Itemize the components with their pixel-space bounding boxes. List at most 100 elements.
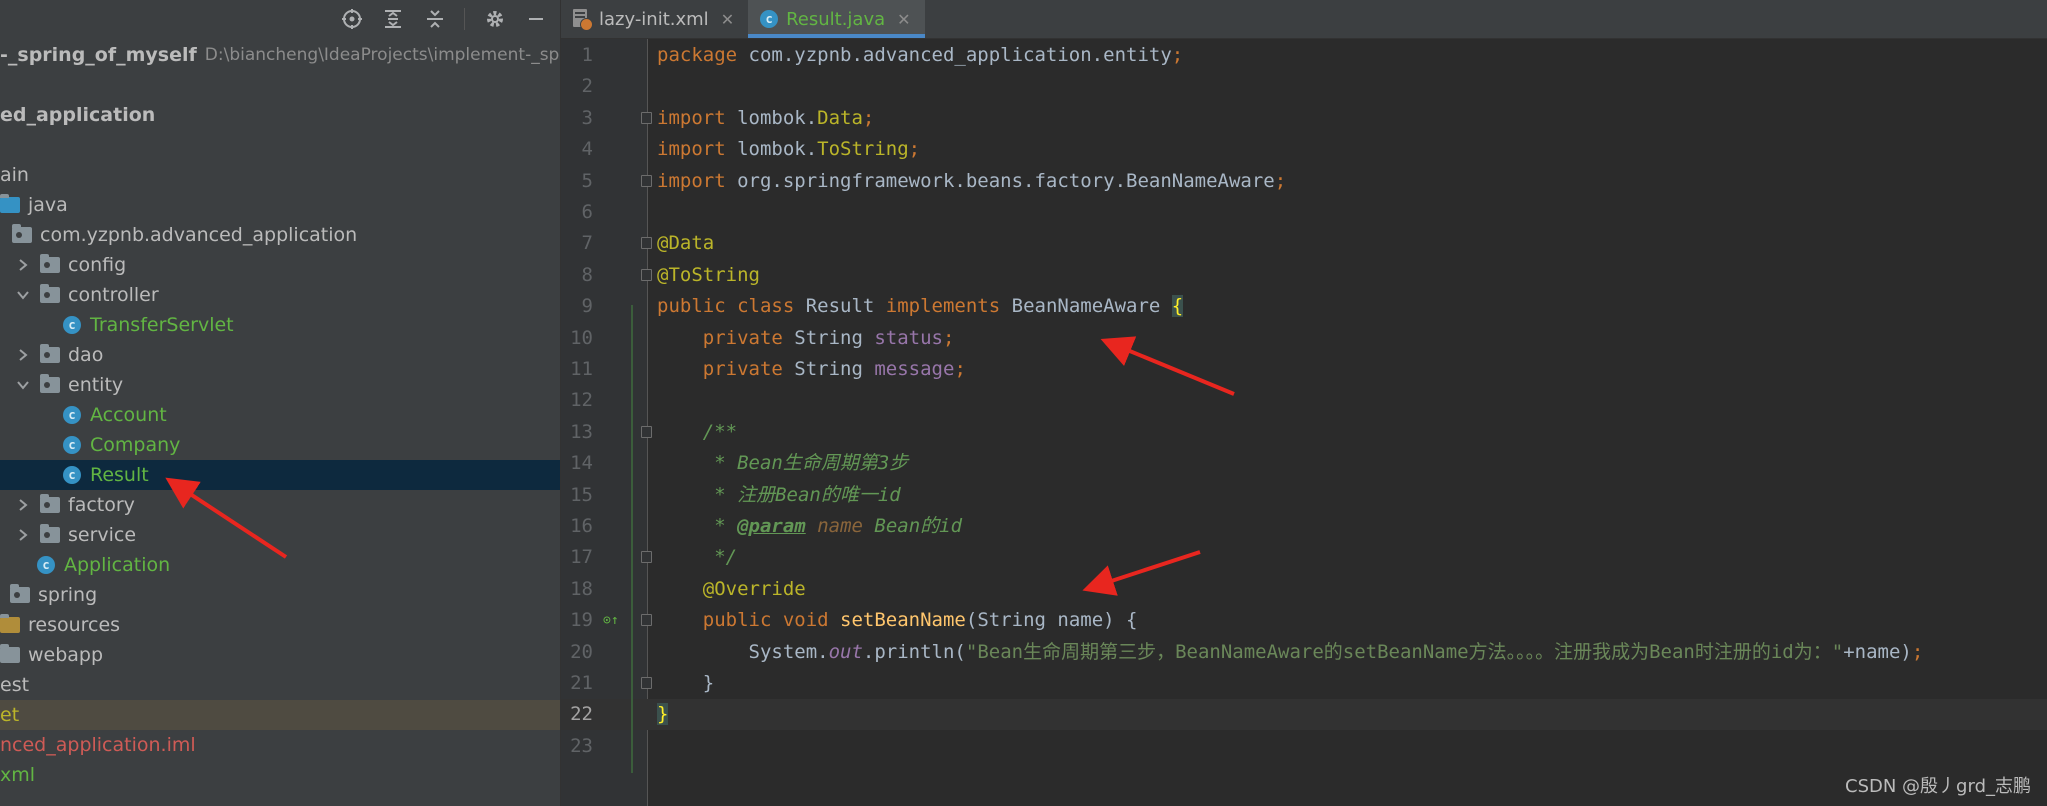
fold-marker-icon[interactable] <box>641 551 652 564</box>
fold-marker-icon[interactable] <box>641 677 652 689</box>
code-token: ; <box>862 106 875 129</box>
gear-icon[interactable] <box>483 7 506 31</box>
code-token: @ToString <box>657 263 760 286</box>
chevron-down-icon[interactable] <box>14 376 32 394</box>
chevron-right-icon[interactable] <box>14 256 32 274</box>
tree-item-ain[interactable]: ain <box>0 160 560 190</box>
override-method-icon[interactable]: ⊙↑ <box>603 613 619 628</box>
line-number: 15 <box>570 483 593 506</box>
code-token: ; <box>1171 44 1184 66</box>
code-line[interactable]: 8 @ToString <box>561 260 2047 291</box>
code-line[interactable]: 2 <box>561 71 2047 102</box>
tree-item-nced-application-iml[interactable]: nced_application.iml <box>0 730 560 760</box>
tree-item-spring[interactable]: spring <box>0 580 560 610</box>
code-line[interactable]: 18 @Override <box>561 574 2047 605</box>
code-line[interactable]: 4 import lombok.ToString; <box>561 134 2047 165</box>
tab-lazy-init-xml[interactable]: lazy-init.xml ✕ <box>561 0 748 38</box>
code-token: @Override <box>702 577 806 600</box>
code-line[interactable]: 19 ⊙↑ public void setBeanName(String name… <box>561 605 2047 636</box>
tree-item-dao[interactable]: dao <box>0 340 560 370</box>
line-number: 12 <box>570 389 593 412</box>
tree-item-xml[interactable]: xml <box>0 760 560 790</box>
line-number: 6 <box>581 201 593 223</box>
chevron-right-icon[interactable] <box>14 526 32 544</box>
watermark: CSDN @殷丿grd_志鹏 <box>1845 776 2031 797</box>
tree-item-controller[interactable]: controller <box>0 280 560 310</box>
collapse-all-icon[interactable] <box>423 7 446 31</box>
tree-item-webapp[interactable]: webapp <box>0 640 560 670</box>
code-line[interactable]: 22} <box>561 699 2047 731</box>
fold-marker-icon[interactable] <box>641 237 652 250</box>
minimize-icon[interactable] <box>525 7 548 31</box>
code-token: * <box>702 515 738 537</box>
code-line[interactable]: 15 * 注册Bean的唯一id <box>561 480 2047 511</box>
chevron-down-icon[interactable] <box>14 286 32 304</box>
tree-item-java[interactable]: java <box>0 190 560 220</box>
tree-item-com-yzpnb-advanced-application[interactable]: com.yzpnb.advanced_application <box>0 220 560 250</box>
line-number: 8 <box>581 263 593 286</box>
tree-item-factory[interactable]: factory <box>0 490 560 520</box>
chevron-right-icon[interactable] <box>14 346 32 364</box>
code-token: * Bean生命周期第3步 <box>702 452 909 475</box>
folder-package-icon <box>40 494 60 515</box>
tab-result-java[interactable]: c Result.java ✕ <box>748 0 926 38</box>
code-line[interactable]: 5 import org.springframework.beans.factor… <box>561 166 2047 197</box>
code-line[interactable]: 9 public class Result implements BeanName… <box>561 291 2047 322</box>
line-number: 4 <box>581 138 593 161</box>
close-icon[interactable]: ✕ <box>721 10 734 29</box>
tree-item-company[interactable]: c Company <box>0 430 560 460</box>
tree-item-label: factory <box>68 494 135 516</box>
tree-item-et[interactable]: et <box>0 700 560 730</box>
code-line[interactable]: 21 } <box>561 668 2047 699</box>
code-token: String <box>794 358 875 380</box>
tree-item-label: java <box>28 194 68 216</box>
code-line[interactable]: 12 <box>561 385 2047 416</box>
fold-marker-icon[interactable] <box>641 268 652 281</box>
class-icon: c <box>62 315 82 335</box>
line-number: 2 <box>581 75 593 98</box>
code-line[interactable]: 13 /** <box>561 417 2047 448</box>
tree-item-spring-of-myself[interactable]: -_spring_of_myself D:\biancheng\IdeaProje… <box>0 40 560 70</box>
code-text: private String status; <box>657 323 955 354</box>
tree-item-resources[interactable]: resources <box>0 610 560 640</box>
code-token: private <box>702 358 795 380</box>
code-line[interactable]: 20 System.out.println("Bean生命周期第三步，BeanN… <box>561 637 2047 668</box>
tab-label: Result.java <box>786 8 886 30</box>
close-icon[interactable]: ✕ <box>897 10 910 29</box>
tree-item-label: nced_application.iml <box>0 734 196 756</box>
code-line[interactable]: 3 import lombok.Data; <box>561 103 2047 134</box>
code-line[interactable]: 23 <box>561 731 2047 762</box>
code-line[interactable]: 11 private String message; <box>561 354 2047 385</box>
chevron-right-icon[interactable] <box>14 496 32 514</box>
code-line[interactable]: 17 */ <box>561 542 2047 573</box>
tree-item-application[interactable]: c Application <box>0 550 560 580</box>
code-token: public void <box>702 609 841 632</box>
code-line[interactable]: 10 private String status; <box>561 323 2047 354</box>
tree-item-est[interactable]: est <box>0 670 560 700</box>
code-line[interactable]: 7 @Data <box>561 228 2047 259</box>
fold-marker-icon[interactable] <box>641 425 652 438</box>
tree-item-result[interactable]: c Result <box>0 460 560 490</box>
crosshair-icon[interactable] <box>340 7 363 31</box>
fold-marker-icon[interactable] <box>641 174 652 187</box>
code-text: public void setBeanName(String name) { <box>657 605 1138 636</box>
tree-item-ed-application[interactable]: ed_application <box>0 100 560 130</box>
code-token: "Bean生命周期第三步，BeanNameAware的setBeanName方法… <box>965 640 1844 663</box>
tree-item-service[interactable]: service <box>0 520 560 550</box>
tree-item-account[interactable]: c Account <box>0 400 560 430</box>
tree-item-entity[interactable]: entity <box>0 370 560 400</box>
expand-all-icon[interactable] <box>381 7 404 31</box>
code-line[interactable]: 14 * Bean生命周期第3步 <box>561 448 2047 479</box>
tree-item-transferservlet[interactable]: c TransferServlet <box>0 310 560 340</box>
code-line[interactable]: 6 <box>561 197 2047 228</box>
code-editor[interactable]: 1 package com.yzpnb.advanced_application.… <box>561 39 2047 806</box>
code-line[interactable]: 16 * @param name Bean的id <box>561 511 2047 542</box>
tree-item-config[interactable]: config <box>0 250 560 280</box>
code-line[interactable]: 1 package com.yzpnb.advanced_application.… <box>561 40 2047 71</box>
fold-marker-icon[interactable] <box>641 111 652 124</box>
fold-marker-icon[interactable] <box>641 614 652 627</box>
code-text: @Data <box>657 228 714 259</box>
